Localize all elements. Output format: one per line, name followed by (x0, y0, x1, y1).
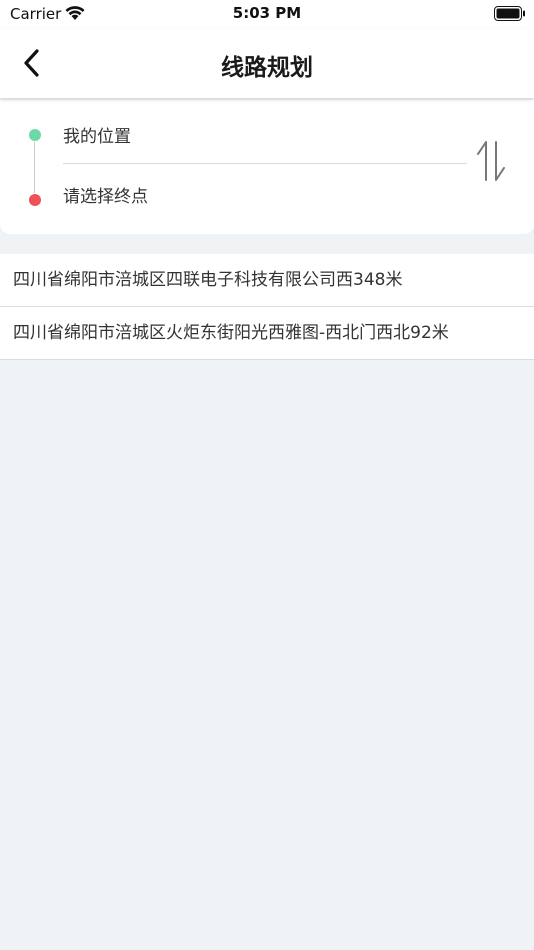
status-bar: Carrier 5:03 PM (0, 0, 534, 28)
navigation-bar: 线路规划 (0, 28, 534, 98)
swap-button[interactable] (474, 140, 508, 182)
start-point-dot (29, 129, 41, 141)
suggestion-list: 四川省绵阳市涪城区四联电子科技有限公司西348米 四川省绵阳市涪城区火炬东街阳光… (0, 254, 534, 360)
route-card: 我的位置 请选择终点 (0, 100, 534, 234)
page-title: 线路规划 (221, 55, 313, 81)
end-point-dot (29, 194, 41, 206)
destination-field[interactable]: 请选择终点 (63, 185, 148, 209)
battery-icon (494, 6, 526, 25)
field-divider (63, 163, 467, 164)
status-time: 5:03 PM (232, 4, 302, 22)
route-connector-line (34, 142, 35, 193)
suggestion-item[interactable]: 四川省绵阳市涪城区火炬东街阳光西雅图-西北门西北92米 (0, 307, 534, 360)
swap-vertical-icon (477, 141, 505, 181)
start-location-field[interactable]: 我的位置 (63, 125, 131, 149)
suggestion-item[interactable]: 四川省绵阳市涪城区四联电子科技有限公司西348米 (0, 254, 534, 307)
